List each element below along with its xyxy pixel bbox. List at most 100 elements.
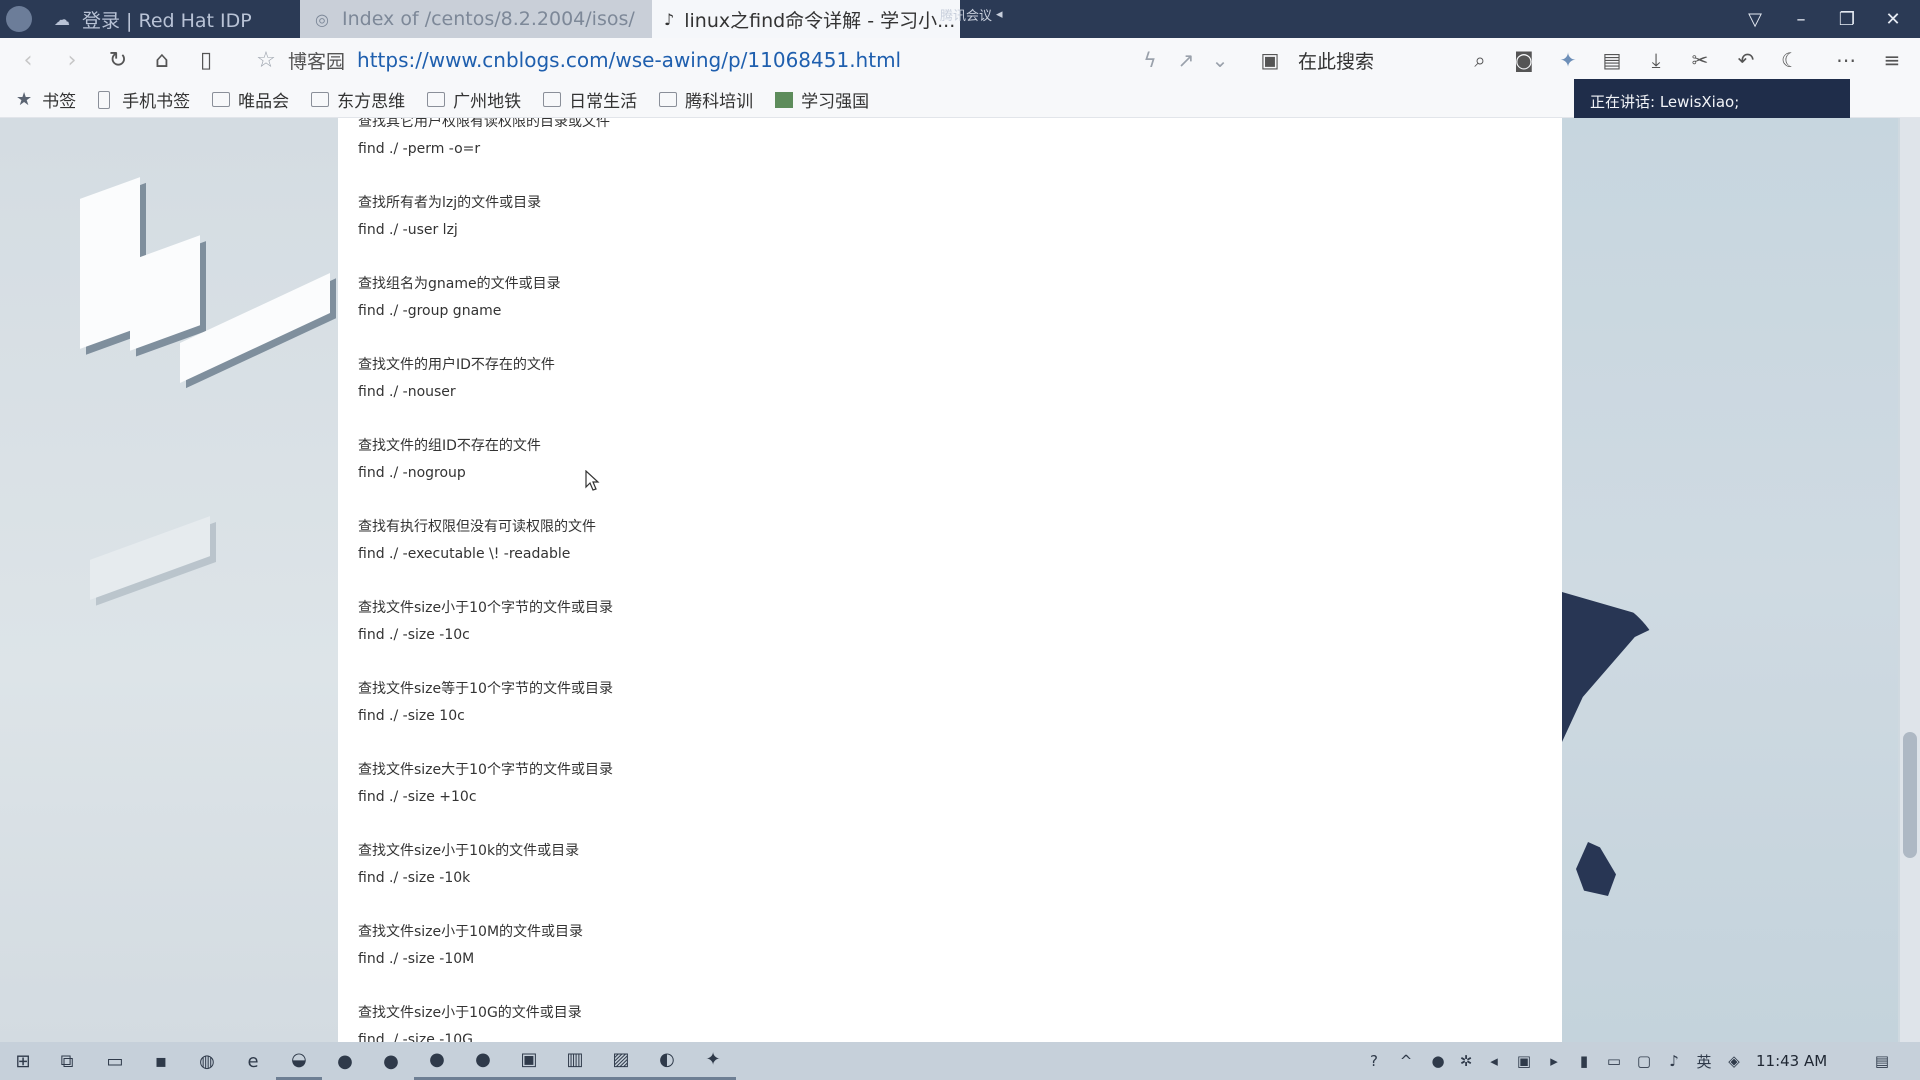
app-icon[interactable]: ◍ [184, 1042, 230, 1080]
task-view-icon[interactable]: ⧉ [44, 1042, 90, 1080]
skin-icon[interactable]: ▽ [1732, 0, 1778, 38]
mouse-cursor-icon [585, 470, 600, 491]
bookmark-xuexi[interactable]: 学习强国 [775, 87, 869, 112]
decor-block [90, 516, 210, 600]
microphone-icon[interactable]: ▮ [1570, 1042, 1598, 1080]
search-input[interactable]: 在此搜索 [1298, 44, 1374, 76]
tab-find-article[interactable]: ♪ linux之find命令详解 - 学习小... [652, 0, 960, 38]
network-icon[interactable]: ▢ [1630, 1042, 1658, 1080]
app-icon[interactable]: ▪ [138, 1042, 184, 1080]
bookmark-mobile[interactable]: 手机书签 [98, 87, 190, 112]
app-icon[interactable]: ◐ [644, 1042, 690, 1080]
list-item: 查找文件size小于10M的文件或目录 find ./ -size -10M [358, 924, 584, 967]
tray-app-icon[interactable]: ◂ [1480, 1042, 1508, 1080]
app-icon[interactable]: ● [368, 1042, 414, 1080]
tray-app-icon[interactable]: ▸ [1540, 1042, 1568, 1080]
lightning-icon[interactable]: ϟ [1132, 38, 1168, 82]
cnblogs-icon: ♪ [664, 9, 675, 29]
refresh-icon[interactable]: ↻ [98, 38, 138, 82]
browser-tab-bar: ☁ 登录 | Red Hat IDP ◎ Index of /centos/8.… [0, 0, 1920, 38]
app-icon[interactable]: ● [322, 1042, 368, 1080]
close-button[interactable]: ✕ [1870, 0, 1916, 38]
list-item: 查找有执行权限但没有可读权限的文件 find ./ -executable \!… [358, 519, 596, 562]
decor-block [130, 235, 200, 351]
ime-icon[interactable]: 英 [1690, 1042, 1718, 1080]
file-explorer-icon[interactable]: ▭ [92, 1042, 138, 1080]
taskbar: ⊞ ⧉ ▭ ▪ ◍ e ◒ ● ● ● ● ▣ ▥ ▨ ◐ ✦ ? ^ ● ✲ … [0, 1042, 1920, 1080]
app-icon[interactable]: ● [414, 1042, 460, 1080]
url-field[interactable]: 博客园 https://www.cnblogs.com/wse-awing/p/… [288, 44, 901, 76]
search-icon[interactable]: ⌕ [1462, 38, 1498, 82]
tray-app-icon[interactable]: ▣ [1510, 1042, 1538, 1080]
edge-icon[interactable]: e [230, 1042, 276, 1080]
tray-app-icon[interactable]: ✲ [1452, 1042, 1480, 1080]
list-item: 查找文件size小于10G的文件或目录 find ./ -size -10G [358, 1005, 582, 1042]
bird-icon[interactable]: ✦ [1550, 38, 1586, 82]
app-icon[interactable]: ▥ [552, 1042, 598, 1080]
bookmark-daily-life[interactable]: 日常生活 [543, 87, 637, 112]
chevron-down-icon[interactable]: ⌄ [1202, 38, 1238, 82]
list-item: 查找所有者为lzj的文件或目录 find ./ -user lzj [358, 195, 542, 238]
list-item: 查找文件的用户ID不存在的文件 find ./ -nouser [358, 357, 555, 400]
menu-icon[interactable]: ≡ [1874, 38, 1910, 82]
forward-button[interactable]: › [52, 38, 92, 82]
bookmark-dongfang[interactable]: 东方思维 [311, 87, 405, 112]
tray-app-icon[interactable]: ● [1424, 1042, 1452, 1080]
tab-centos-index[interactable]: ◎ Index of /centos/8.2.2004/isos/ [300, 0, 652, 38]
tab-label: linux之find命令详解 - 学习小... [684, 9, 956, 32]
windows-start-icon[interactable]: ⊞ [0, 1042, 46, 1080]
address-bar: ‹ › ↻ ⌂ ▯ ☆ 博客园 https://www.cnblogs.com/… [0, 38, 1920, 82]
bookmark-tengke[interactable]: 腾科培训 [659, 87, 753, 112]
pdf-icon[interactable]: ▤ [1594, 38, 1630, 82]
photos-icon[interactable]: ▨ [598, 1042, 644, 1080]
page-background-right [1562, 118, 1898, 1042]
browser-taskbar-icon[interactable]: ◒ [276, 1042, 322, 1080]
list-item: 查找文件size小于10个字节的文件或目录 find ./ -size -10c [358, 600, 613, 643]
folder-icon [659, 92, 678, 107]
game-icon[interactable]: ◙ [1506, 38, 1542, 82]
url-text: https://www.cnblogs.com/wse-awing/p/1106… [357, 48, 902, 72]
bookmark-guangzhou-metro[interactable]: 广州地铁 [427, 87, 521, 112]
list-item: 查找文件size大于10个字节的文件或目录 find ./ -size +10c [358, 762, 613, 805]
list-item: 查找组名为gname的文件或目录 find ./ -group gname [358, 276, 561, 319]
battery-icon[interactable]: ▭ [1600, 1042, 1628, 1080]
list-item: 查找文件的组ID不存在的文件 find ./ -nogroup [358, 438, 541, 481]
star-icon: ★ [16, 89, 33, 110]
more-icon[interactable]: ⋯ [1828, 38, 1864, 82]
undo-icon[interactable]: ↶ [1728, 38, 1764, 82]
help-icon[interactable]: ? [1360, 1042, 1388, 1080]
favorite-star-icon[interactable]: ☆ [246, 38, 286, 82]
back-button[interactable]: ‹ [8, 38, 48, 82]
tray-app-icon[interactable]: ◈ [1720, 1042, 1748, 1080]
flag-icon [775, 91, 794, 108]
redhat-icon: ☁ [54, 9, 70, 29]
folder-icon [212, 92, 231, 107]
tab-label: Index of /centos/8.2.2004/isos/ [342, 8, 635, 30]
share-icon[interactable]: ↗ [1168, 38, 1204, 82]
scrollbar-thumb[interactable] [1903, 732, 1917, 858]
taskbar-clock[interactable]: 11:43 AM [1756, 1042, 1827, 1080]
app-icon[interactable]: ✦ [690, 1042, 736, 1080]
restore-button[interactable]: ❐ [1824, 0, 1870, 38]
bookmark-vip[interactable]: 唯品会 [212, 87, 289, 112]
download-icon[interactable]: ⤓ [1638, 38, 1674, 82]
chevron-up-icon[interactable]: ^ [1392, 1042, 1420, 1080]
minimize-button[interactable]: – [1778, 0, 1824, 38]
scrollbar[interactable] [1900, 118, 1920, 1042]
app-icon[interactable]: ▣ [506, 1042, 552, 1080]
scissors-icon[interactable]: ✂ [1682, 38, 1718, 82]
bookmark-bookmarks[interactable]: ★ 书签 [16, 87, 76, 112]
speaker-icon: ◂ [996, 7, 1003, 22]
folder-icon [311, 92, 330, 107]
browser-logo-icon[interactable] [6, 6, 32, 32]
tab-redhat-login[interactable]: ☁ 登录 | Red Hat IDP [40, 0, 300, 38]
image-search-icon[interactable]: ▣ [1252, 38, 1288, 82]
home-icon[interactable]: ⌂ [142, 38, 182, 82]
night-mode-icon[interactable]: ☾ [1772, 38, 1808, 82]
reading-mode-icon[interactable]: ▯ [186, 38, 226, 82]
volume-icon[interactable]: ♪ [1660, 1042, 1688, 1080]
phone-icon [98, 90, 111, 109]
app-icon[interactable]: ● [460, 1042, 506, 1080]
notification-icon[interactable]: ▤ [1864, 1042, 1900, 1080]
tab-label: 登录 | Red Hat IDP [82, 9, 252, 32]
